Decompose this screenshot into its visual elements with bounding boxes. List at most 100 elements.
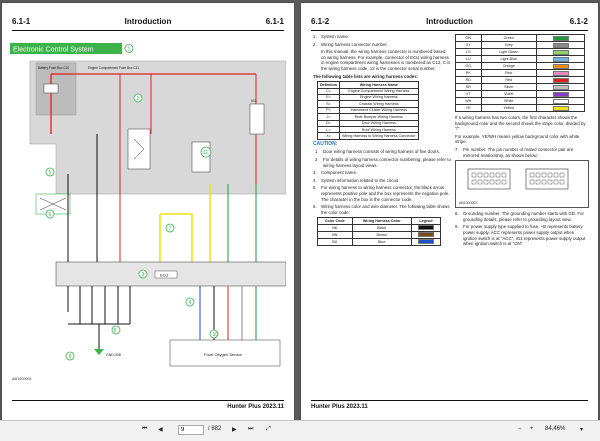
color-swatch	[552, 91, 569, 97]
svg-text:3: 3	[142, 272, 145, 278]
table-row: GN Green	[455, 34, 585, 42]
caution-item: 1 Door wiring harness consists of wiring …	[315, 149, 440, 155]
two-color-paragraph: If a wiring harness has two colors, the …	[455, 115, 586, 132]
page-number-input[interactable]	[178, 425, 204, 435]
footer: Hunter Plus 2023.11	[311, 404, 368, 410]
fit-page-icon[interactable]: ⤢	[266, 426, 271, 433]
color-swatch	[552, 84, 569, 90]
table-row: BK Black	[317, 223, 442, 232]
ground-label: GND-008	[106, 353, 121, 357]
svg-text:4: 4	[189, 300, 192, 306]
table-row: YE Yellow	[455, 104, 585, 112]
svg-text:2: 2	[137, 96, 140, 102]
svg-text:6: 6	[49, 212, 52, 218]
color-swatch	[552, 105, 569, 111]
caution-title: CAUTION:	[313, 140, 338, 147]
right-column: GN Green GY Grey LG Light Green LU Light Blue OG…	[455, 34, 589, 249]
footer-rule	[311, 400, 588, 401]
color-swatch	[552, 70, 569, 76]
svg-text:IG1: IG1	[251, 99, 257, 103]
left-column: 1. System name. 2. Wiring harness connecto…	[313, 34, 451, 246]
section-number-right: 6.1-1	[265, 17, 284, 26]
color-swatch	[552, 56, 569, 62]
table-row: VT Violet	[455, 90, 585, 98]
section-number-right: 6.1-2	[569, 17, 588, 26]
section-title: Introduction	[124, 17, 172, 26]
color-swatch	[552, 42, 569, 48]
engine-fuse-label: Engine Compartment Fuse Box C11	[88, 66, 139, 70]
svg-text:7: 7	[169, 226, 172, 232]
ground-symbol	[94, 349, 104, 355]
list-item: 8. Grounding number. The grounding number…	[455, 211, 584, 222]
zoom-out-button[interactable]: −	[518, 426, 522, 432]
svg-text:9: 9	[69, 354, 72, 360]
list-item: 1. System name.	[313, 34, 350, 39]
table-row: RD Red	[455, 76, 585, 84]
caution-item: 2 For details of wiring harness connector…	[315, 157, 451, 168]
color-swatch	[417, 232, 434, 238]
list-item: 9. For power supply type supplied to fuse…	[455, 224, 586, 247]
color-code-table-small: Color Code Wiring Harness Color Legend B…	[317, 217, 442, 246]
zoom-in-button[interactable]: +	[530, 426, 534, 432]
page-gap	[295, 3, 300, 420]
battery-fuse-label: Battery Fuse Box C10	[38, 66, 69, 70]
table-row: PK Pink	[455, 69, 585, 77]
pin-diagram-id: AB1000002	[459, 201, 477, 205]
paragraph: In this manual, the wiring harness conne…	[321, 49, 451, 71]
svg-text:1: 1	[128, 47, 131, 53]
list-item: 7. Pin number. The pin number of mated co…	[455, 146, 574, 158]
left-page: 6.1-1 Introduction 6.1-1 Electronic Cont…	[2, 3, 294, 420]
codes-heading: The following table lists are wiring har…	[313, 73, 419, 79]
table-row: SR Silver	[455, 83, 585, 91]
diagram-id: AB1000001	[12, 377, 32, 381]
harness-code-table: Definition Wiring Harness Name C= Engine …	[316, 81, 419, 140]
list-item: 6. Wiring harness color and wire diameter…	[313, 204, 450, 215]
oxygen-sensor-label: Front Oxygen Sensor	[204, 352, 243, 357]
wiring-diagram: Electronic Control System 1 Battery Fuse…	[10, 34, 287, 374]
table-row: X= Wiring Harness to Wiring Harness Conne…	[316, 132, 419, 140]
viewer-toolbar: ⏮ ◀ / 882 ▶ ⏭ ⤢ − + 84,46% ▾	[0, 420, 600, 441]
svg-text:8: 8	[114, 328, 117, 334]
right-page: 6.1-2 Introduction 6.1-2 1. System name. …	[301, 3, 598, 420]
right-page-header: 6.1-2 Introduction 6.1-2	[311, 17, 588, 29]
example-paragraph: For example, YE/WH means yellow backgrou…	[455, 133, 580, 145]
left-page-header: 6.1-1 Introduction 6.1-1	[12, 17, 284, 29]
footer: Hunter Plus 2023.11	[227, 404, 284, 410]
table-row: BN Brown	[317, 230, 442, 239]
prev-page-button[interactable]: ◀	[158, 426, 163, 433]
zoom-level[interactable]: 84,46%	[545, 426, 565, 432]
footer-rule	[12, 400, 284, 401]
list-item: 5. For wiring harness to wiring harness c…	[313, 185, 450, 202]
next-page-button[interactable]: ▶	[232, 426, 237, 433]
zoom-dropdown-icon[interactable]: ▾	[580, 426, 583, 433]
section-title: Introduction	[426, 17, 473, 26]
list-item: 3. Component name.	[313, 170, 358, 176]
system-title: Electronic Control System	[13, 47, 94, 54]
svg-text:10: 10	[213, 332, 219, 338]
color-swatch	[552, 35, 569, 41]
header-rule	[311, 30, 588, 31]
table-row: LG Light Green	[455, 48, 585, 56]
last-page-button[interactable]: ⏭	[248, 426, 253, 433]
table-row: GY Grey	[455, 41, 585, 49]
color-swatch	[552, 49, 569, 55]
color-swatch	[417, 225, 434, 231]
first-page-button[interactable]: ⏮	[142, 426, 147, 433]
color-code-table-large: GN Green GY Grey LG Light Green LU Light Blue OG…	[455, 34, 585, 112]
svg-text:11: 11	[203, 150, 208, 156]
page-total: / 882	[208, 426, 222, 432]
color-swatch	[552, 77, 569, 83]
color-swatch	[552, 98, 569, 104]
table-row: OG Orange	[455, 62, 585, 70]
table-row: WH White	[455, 97, 585, 105]
svg-text:5: 5	[49, 170, 52, 176]
relay-box	[127, 128, 151, 170]
table-row: BU Blue	[317, 237, 442, 246]
color-swatch	[417, 239, 434, 245]
pin-diagram: AB1000002	[455, 160, 589, 209]
header-rule	[12, 30, 284, 31]
list-item: 4. System information related to the circ…	[313, 177, 400, 183]
ecu-label: ECU	[160, 273, 169, 278]
color-swatch	[552, 63, 569, 69]
list-item: 2. Wiring harness connector number.	[313, 41, 388, 47]
